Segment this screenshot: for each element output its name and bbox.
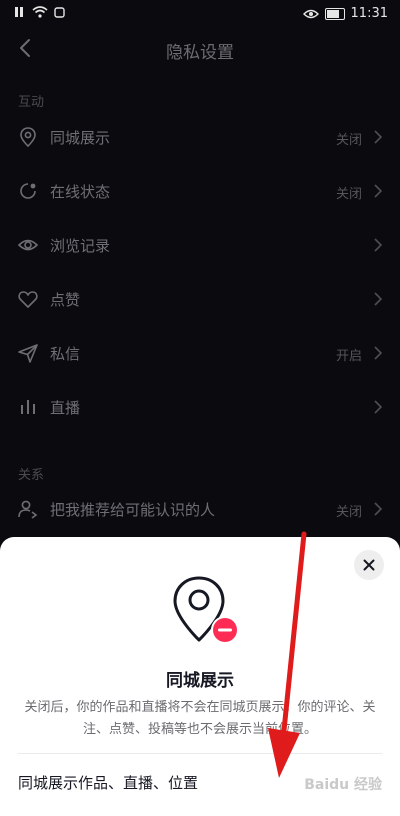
row-label: 把我推荐给可能认识的人 xyxy=(50,501,216,519)
row-status: 关闭 xyxy=(335,505,362,520)
chevron-right-icon xyxy=(374,238,383,252)
person-recommend-icon xyxy=(18,500,38,519)
settings-row-live[interactable]: 直播 xyxy=(0,381,400,435)
row-label: 点赞 xyxy=(50,291,81,309)
status-right: 11:31 xyxy=(302,6,388,21)
status-left xyxy=(14,6,65,18)
battery-icon xyxy=(324,7,345,20)
chevron-right-icon xyxy=(374,184,383,198)
settings-row-recommend-me[interactable]: 把我推荐给可能认识的人 关闭 xyxy=(0,483,400,537)
wifi-icon xyxy=(32,6,48,18)
eye-icon xyxy=(17,239,39,251)
section-label-interaction: 互动 xyxy=(18,95,45,110)
row-label: 同城展示 xyxy=(50,129,111,147)
send-icon xyxy=(18,344,38,363)
section-label-relations: 关系 xyxy=(18,468,45,483)
close-button[interactable] xyxy=(354,550,384,580)
live-bars-icon xyxy=(21,400,35,414)
settings-row-online-status[interactable]: 在线状态 关闭 xyxy=(0,165,400,219)
watermark: Baidu 经验 xyxy=(304,777,382,793)
bottom-sheet: 同城展示 关闭后，你的作品和直播将不会在同城页展示，你的评论、关注、点赞、投稿等… xyxy=(0,537,400,816)
location-off-icon xyxy=(173,576,239,644)
online-status-icon xyxy=(20,183,36,199)
close-icon xyxy=(363,559,375,571)
settings-row-likes[interactable]: 点赞 xyxy=(0,273,400,327)
settings-row-nearby[interactable]: 同城展示 关闭 xyxy=(0,111,400,165)
location-pin-icon xyxy=(20,127,36,148)
chevron-right-icon xyxy=(374,292,383,306)
row-label: 直播 xyxy=(50,399,81,417)
status-time: 11:31 xyxy=(350,6,388,21)
row-label: 私信 xyxy=(50,345,81,363)
chevron-right-icon xyxy=(374,400,383,414)
row-status: 开启 xyxy=(335,349,362,364)
chevron-right-icon xyxy=(374,130,383,144)
page-title: 隐私设置 xyxy=(166,43,234,63)
row-label: 浏览记录 xyxy=(50,237,111,255)
settings-row-messages[interactable]: 私信 开启 xyxy=(0,327,400,381)
row-status: 关闭 xyxy=(335,133,362,148)
heart-icon xyxy=(18,291,38,308)
settings-row-browse-history[interactable]: 浏览记录 xyxy=(0,219,400,273)
sheet-option-nearby-content[interactable]: 同城展示作品、直播、位置 xyxy=(18,772,198,793)
notification-icon xyxy=(54,6,65,18)
signal-icon xyxy=(15,7,23,17)
status-bar: 11:31 xyxy=(0,0,400,28)
chevron-right-icon xyxy=(374,502,383,516)
sheet-description: 关闭后，你的作品和直播将不会在同城页展示，你的评论、关注、点赞、投稿等也不会展示… xyxy=(24,700,376,737)
sheet-title: 同城展示 xyxy=(166,671,234,691)
chevron-right-icon xyxy=(374,346,383,360)
nav-bar: 隐私设置 xyxy=(0,28,400,72)
row-label: 在线状态 xyxy=(50,183,111,201)
eye-comfort-icon xyxy=(302,9,319,18)
row-status: 关闭 xyxy=(335,187,362,202)
divider xyxy=(18,753,382,754)
